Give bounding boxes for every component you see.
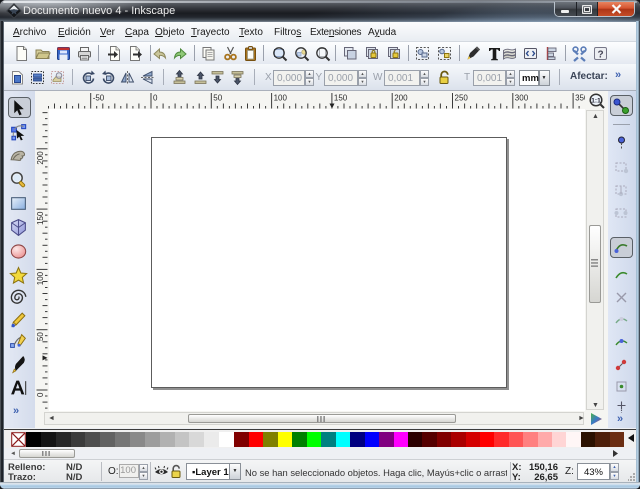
svg-text:50: 50: [36, 332, 45, 341]
svg-text:200: 200: [394, 94, 408, 103]
svg-text:1:1: 1:1: [591, 98, 601, 105]
svg-text:0: 0: [153, 94, 158, 103]
svg-text:150: 150: [334, 94, 348, 103]
svg-text:250: 250: [455, 94, 469, 103]
svg-text:300: 300: [515, 94, 529, 103]
svg-text:200: 200: [36, 151, 45, 165]
svg-text:?: ?: [597, 49, 603, 60]
svg-text:350: 350: [575, 94, 585, 103]
svg-text:100: 100: [36, 271, 45, 285]
svg-text:100: 100: [274, 94, 288, 103]
svg-text:-50: -50: [93, 94, 105, 103]
svg-text:0: 0: [36, 392, 45, 397]
svg-text:150: 150: [36, 211, 45, 225]
svg-text:50: 50: [213, 94, 222, 103]
